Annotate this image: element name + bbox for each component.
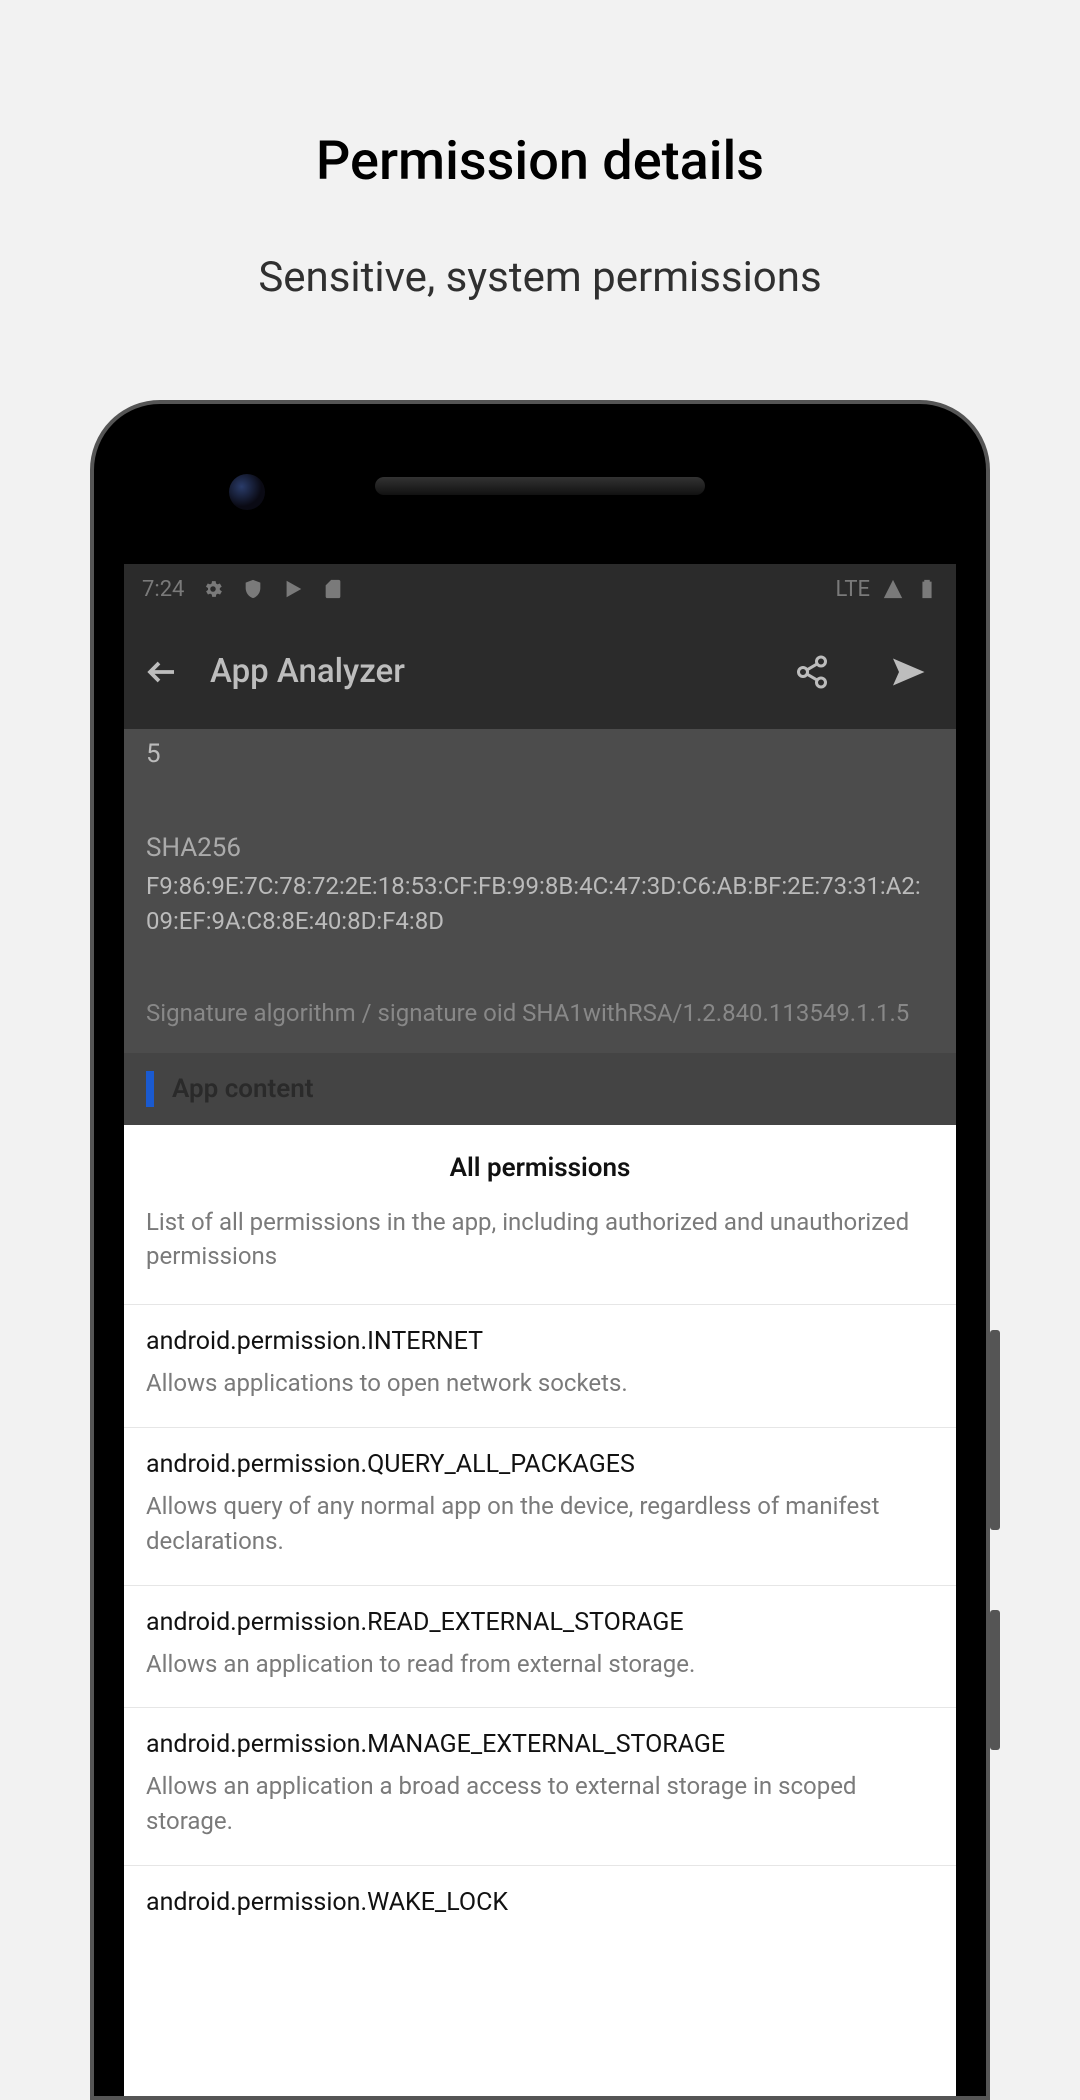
send-icon[interactable] [890,654,926,690]
section-title: App content [172,1074,314,1104]
permissions-sheet: All permissions List of all permissions … [124,1125,956,1953]
front-camera [229,474,265,510]
power-button [990,1610,1000,1750]
status-time: 7:24 [142,577,184,602]
app-bar: App Analyzer [124,614,956,729]
permission-name: android.permission.QUERY_ALL_PACKAGES [146,1450,934,1479]
cert-sha-value: F9:86:9E:7C:78:72:2E:18:53:CF:FB:99:8B:4… [146,869,934,939]
permission-desc: Allows an application a broad access to … [146,1769,934,1839]
sheet-subtitle: List of all permissions in the app, incl… [124,1191,956,1305]
status-bar: 7:24 [124,564,956,614]
volume-button [990,1330,1000,1530]
section-app-content[interactable]: App content [124,1053,956,1125]
permission-row[interactable]: android.permission.QUERY_ALL_PACKAGES Al… [124,1427,956,1585]
app-bar-title: App Analyzer [210,652,764,691]
permission-name: android.permission.READ_EXTERNAL_STORAGE [146,1608,934,1637]
sheet-title: All permissions [124,1125,956,1191]
play-icon [282,578,304,600]
permission-desc: Allows query of any normal app on the de… [146,1489,934,1559]
shield-icon [242,578,264,600]
phone-frame: 7:24 [90,400,990,2100]
network-label: LTE [835,577,870,602]
permission-desc: Allows an application to read from exter… [146,1647,934,1682]
page-title: Permission details [0,0,1080,193]
cert-signature-line: Signature algorithm / signature oid SHA1… [146,999,934,1027]
sd-card-icon [322,578,344,600]
signal-icon [882,578,904,600]
cert-index: 5 [146,739,934,769]
permission-row[interactable]: android.permission.INTERNET Allows appli… [124,1304,956,1427]
certificate-section: 5 SHA256 F9:86:9E:7C:78:72:2E:18:53:CF:F… [124,729,956,1053]
permission-name: android.permission.MANAGE_EXTERNAL_STORA… [146,1730,934,1759]
section-marker [146,1071,154,1107]
speaker-grille [375,477,705,495]
cert-sha-label: SHA256 [146,833,934,863]
permission-desc: Allows applications to open network sock… [146,1366,934,1401]
share-icon[interactable] [794,654,830,690]
page-subtitle: Sensitive, system permissions [0,193,1080,302]
permission-name: android.permission.WAKE_LOCK [146,1888,934,1917]
permission-row[interactable]: android.permission.MANAGE_EXTERNAL_STORA… [124,1707,956,1865]
permission-name: android.permission.INTERNET [146,1327,934,1356]
back-arrow-icon[interactable] [144,654,180,690]
gear-icon [202,578,224,600]
battery-icon [916,578,938,600]
permission-row[interactable]: android.permission.READ_EXTERNAL_STORAGE… [124,1585,956,1708]
permission-row[interactable]: android.permission.WAKE_LOCK [124,1865,956,1953]
